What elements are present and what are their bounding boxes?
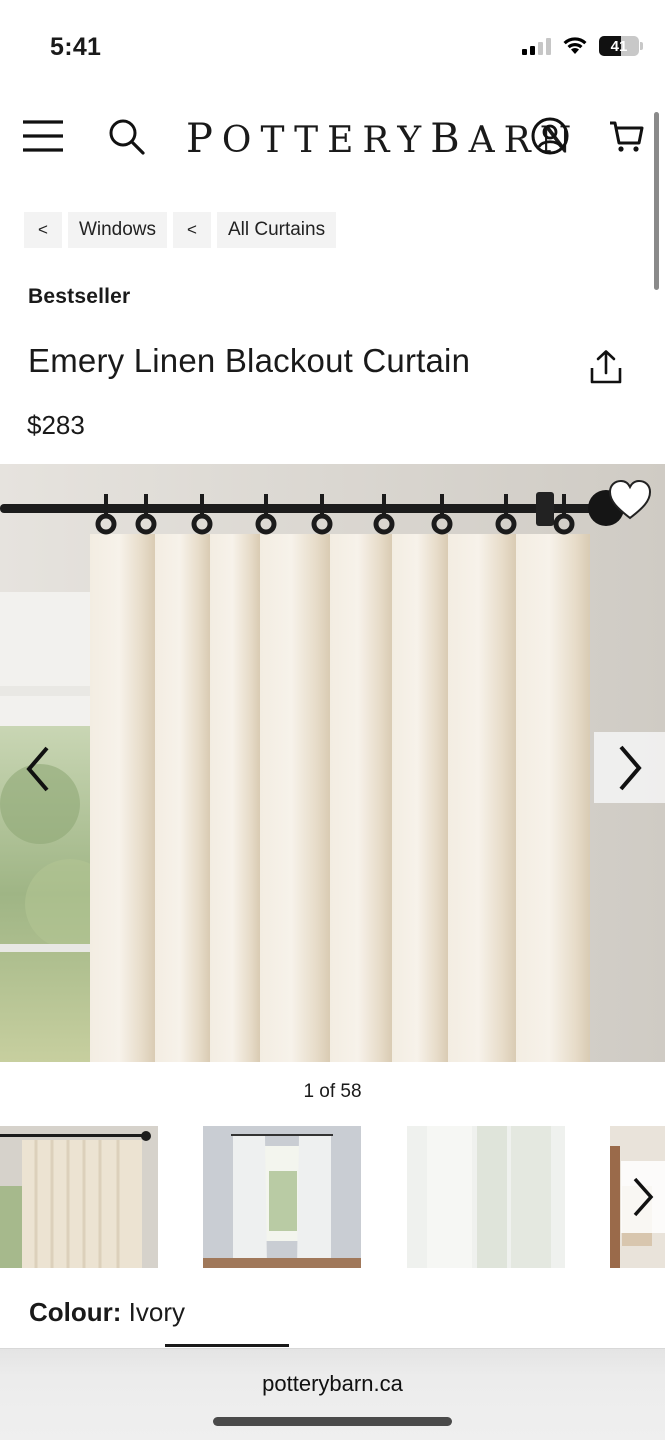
- next-image-button[interactable]: [594, 732, 665, 803]
- previous-image-button[interactable]: [8, 734, 68, 804]
- thumbnail[interactable]: [407, 1126, 565, 1268]
- chevron-right-icon: [633, 1177, 654, 1217]
- wifi-icon: [563, 37, 587, 54]
- breadcrumb-all-curtains[interactable]: All Curtains: [216, 212, 337, 248]
- breadcrumb: < Windows < All Curtains: [24, 212, 337, 248]
- breadcrumb-back-arrow[interactable]: <: [173, 212, 211, 248]
- thumbnail[interactable]: [203, 1126, 361, 1268]
- menu-icon[interactable]: [21, 114, 65, 158]
- thumbnail-next-button[interactable]: [621, 1161, 665, 1233]
- scrollbar[interactable]: [654, 112, 659, 290]
- bestseller-badge: Bestseller: [28, 285, 131, 308]
- cart-icon[interactable]: [604, 114, 648, 158]
- search-icon[interactable]: [104, 114, 148, 158]
- breadcrumb-back-arrow[interactable]: <: [24, 212, 62, 248]
- url-text[interactable]: potterybarn.ca: [0, 1371, 665, 1397]
- battery-icon: 41: [599, 36, 643, 56]
- product-title: Emery Linen Blackout Curtain: [28, 342, 471, 379]
- cellular-signal-icon: [522, 37, 551, 55]
- thumbnail[interactable]: [0, 1126, 158, 1268]
- favorite-heart-icon[interactable]: [607, 478, 653, 524]
- curtain-photo: [0, 464, 665, 1062]
- breadcrumb-windows[interactable]: Windows: [67, 212, 168, 248]
- account-icon[interactable]: [528, 114, 572, 158]
- product-image[interactable]: [0, 464, 665, 1062]
- site-header: POTTERYBARN: [0, 100, 665, 172]
- selected-swatch-indicator: [165, 1344, 289, 1347]
- colour-label: Colour:: [29, 1297, 122, 1327]
- thumbnail-strip: [0, 1126, 665, 1268]
- product-price: $283: [27, 410, 85, 440]
- battery-level: 41: [610, 37, 628, 55]
- chevron-right-icon: [618, 745, 642, 790]
- browser-address-bar[interactable]: potterybarn.ca: [0, 1348, 665, 1440]
- chevron-left-icon: [26, 746, 49, 792]
- status-icons: 41: [522, 36, 643, 56]
- colour-value: Ivory: [128, 1297, 185, 1327]
- share-icon[interactable]: [586, 348, 626, 388]
- status-bar: 5:41 41: [0, 0, 665, 96]
- brand-logo[interactable]: POTTERYBARN: [186, 116, 580, 162]
- colour-selection: Colour: Ivory: [29, 1297, 185, 1328]
- home-indicator: [213, 1417, 452, 1426]
- status-time: 5:41: [50, 33, 102, 61]
- image-counter: 1 of 58: [303, 1081, 362, 1102]
